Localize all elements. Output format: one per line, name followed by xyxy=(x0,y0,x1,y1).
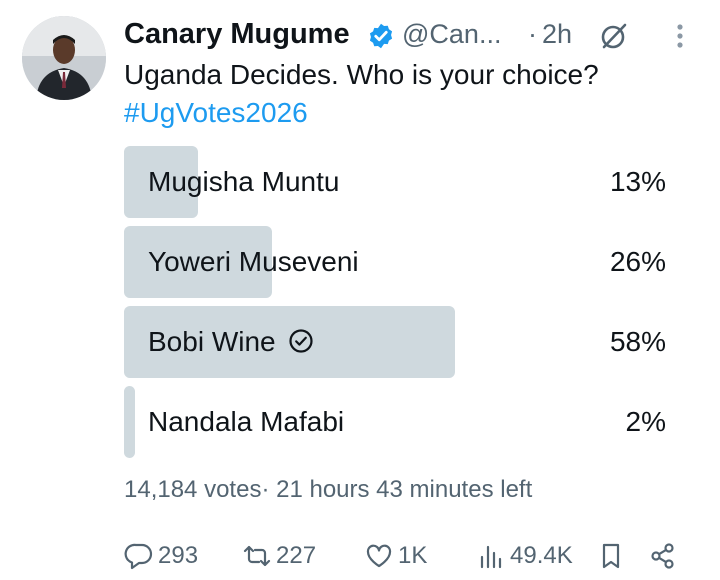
poll-option: Yoweri Museveni 26% xyxy=(124,226,676,298)
author-avatar[interactable] xyxy=(22,16,106,100)
post-time[interactable]: 2h xyxy=(542,19,572,50)
header-separator: · xyxy=(528,19,537,49)
reply-icon xyxy=(124,543,153,570)
share-button[interactable] xyxy=(648,538,678,574)
poll: Mugisha Muntu 13% Yoweri Museveni 26% Bo… xyxy=(124,146,676,466)
more-options-icon[interactable] xyxy=(672,18,688,54)
poll-option: Nandala Mafabi 2% xyxy=(124,386,676,458)
bookmark-button[interactable] xyxy=(596,538,626,574)
poll-option: Mugisha Muntu 13% xyxy=(124,146,676,218)
poll-option-percent: 13% xyxy=(609,166,666,197)
poll-meta: 14,184 votes· 21 hours 43 minutes left xyxy=(124,476,532,504)
post-text: Uganda Decides. Who is your choice? #UgV… xyxy=(124,56,694,132)
repost-button[interactable]: 227 xyxy=(242,538,316,574)
poll-option-selected: Bobi Wine 58% xyxy=(124,306,676,378)
hashtag-link[interactable]: #UgVotes2026 xyxy=(124,94,694,132)
poll-option-label: Bobi Wine xyxy=(148,326,276,357)
reply-button[interactable]: 293 xyxy=(124,538,198,574)
like-button[interactable]: 1K xyxy=(364,538,427,574)
post-body: Uganda Decides. Who is your choice? xyxy=(124,59,599,90)
reply-count: 293 xyxy=(158,542,199,569)
poll-time-left: 21 hours 43 minutes left xyxy=(276,476,533,503)
repost-icon xyxy=(243,545,271,567)
views-count: 49.4K xyxy=(510,542,573,569)
author-handle[interactable]: @Can... xyxy=(402,19,501,50)
poll-option-label: Yoweri Museveni xyxy=(148,246,359,277)
grok-icon[interactable] xyxy=(598,20,630,52)
poll-option-percent: 58% xyxy=(609,326,666,357)
views-button[interactable]: 49.4K xyxy=(476,538,573,574)
poll-option-percent: 26% xyxy=(609,246,666,277)
post-header: Canary Mugume @Can... · 2h xyxy=(124,12,704,56)
poll-option-label-wrap: Bobi Wine xyxy=(148,326,314,358)
author-name[interactable]: Canary Mugume xyxy=(124,18,350,51)
poll-option-label: Mugisha Muntu xyxy=(148,166,340,197)
poll-option-label: Nandala Mafabi xyxy=(148,406,345,437)
views-icon xyxy=(480,545,502,569)
action-bar: 293 227 1K 49.4K xyxy=(124,538,694,578)
check-circle-icon xyxy=(289,329,313,353)
poll-option-percent: 2% xyxy=(625,406,666,437)
poll-bar xyxy=(124,386,135,458)
bookmark-icon xyxy=(602,543,620,569)
like-icon xyxy=(366,544,392,568)
verified-badge-icon xyxy=(369,23,393,49)
poll-votes: 14,184 votes xyxy=(124,476,262,503)
repost-count: 227 xyxy=(276,542,317,569)
share-icon xyxy=(651,543,674,569)
poll-meta-separator: · xyxy=(261,476,270,503)
like-count: 1K xyxy=(398,542,428,569)
